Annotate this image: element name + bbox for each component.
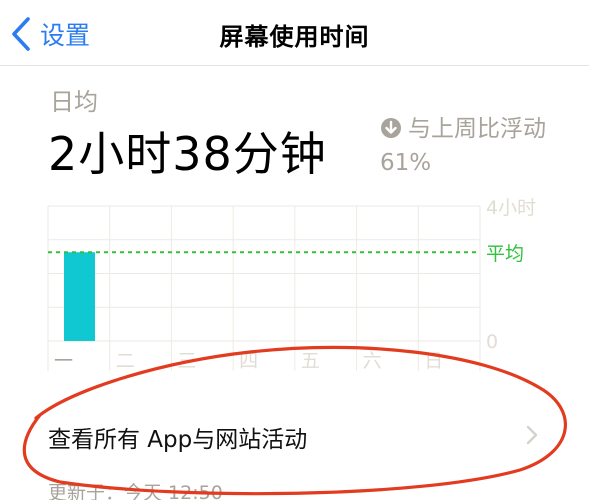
daily-usage-chart: 平均 4小时 0 一 二 三 四 五 六 日 xyxy=(47,197,536,372)
x-tick-label: 六 xyxy=(363,350,382,372)
x-tick-label: 一 xyxy=(54,350,73,372)
daily-average-value: 2小时38分钟 xyxy=(48,127,327,181)
view-all-activity-label: 查看所有 App与网站活动 xyxy=(48,427,308,453)
x-tick-label: 日 xyxy=(424,350,443,372)
x-tick-label: 三 xyxy=(177,350,196,372)
x-tick-label: 四 xyxy=(239,350,258,372)
navigation-bar: 设置 屏幕使用时间 xyxy=(0,0,589,66)
weekly-comparison-text: 与上周比浮动61% xyxy=(380,116,546,176)
y-tick-label-zero: 0 xyxy=(486,331,498,353)
y-tick-label-max: 4小时 xyxy=(486,197,536,219)
daily-average-label: 日均 xyxy=(50,88,98,116)
last-updated-text: 更新于：今天 12:50 xyxy=(48,482,223,500)
x-tick-label: 五 xyxy=(301,350,320,372)
view-all-activity-row[interactable]: 查看所有 App与网站活动 xyxy=(0,408,589,462)
x-tick-label: 二 xyxy=(116,350,135,372)
average-label: 平均 xyxy=(486,243,524,265)
arrow-down-circle-icon xyxy=(381,118,401,138)
chevron-right-icon xyxy=(526,425,538,445)
bar-一 xyxy=(64,252,95,341)
page-title: 屏幕使用时间 xyxy=(219,23,370,51)
weekly-comparison: 与上周比浮动61% xyxy=(380,112,570,180)
